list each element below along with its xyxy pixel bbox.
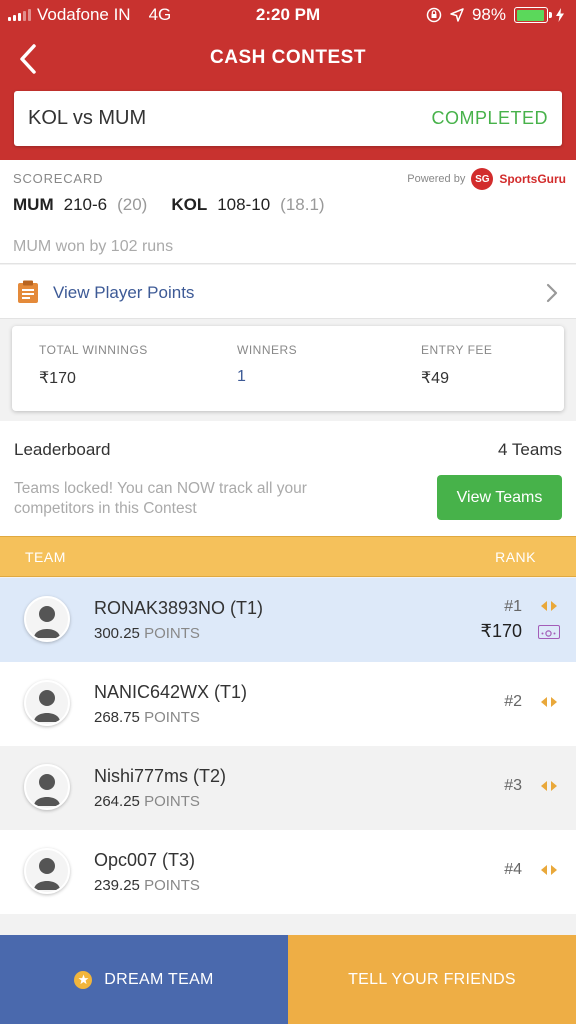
avatar-icon — [24, 596, 70, 642]
contest-summary-card: TOTAL WINNINGS ₹170 WINNERS 1 ENTRY FEE … — [12, 326, 564, 411]
page-title: CASH CONTEST — [210, 47, 366, 68]
sportsguru-brand: SportsGuru — [499, 172, 566, 186]
powered-by: Powered by SG SportsGuru — [407, 168, 566, 190]
team-column-header: TEAM — [25, 549, 66, 565]
points-label: POINTS — [144, 793, 200, 810]
entry-fee-label: ENTRY FEE — [421, 343, 493, 357]
team-name: NANIC642WX (T1) — [94, 682, 248, 702]
points-label: POINTS — [144, 877, 200, 894]
winners-label: WINNERS — [237, 343, 298, 357]
star-icon — [74, 970, 93, 989]
team-name: Nishi777ms (T2) — [94, 766, 227, 786]
leaderboard-row[interactable]: Nishi777ms (T2) 264.25 POINTS #3 — [0, 746, 576, 830]
points-value: 239.25 — [94, 877, 140, 894]
team-rank: #4 — [504, 861, 522, 878]
team1-overs: (20) — [117, 195, 148, 214]
dream-team-button[interactable]: DREAM TEAM — [0, 935, 288, 1024]
total-winnings-value: ₹170 — [39, 370, 76, 387]
winners-value[interactable]: 1 — [237, 368, 297, 386]
team2-overs: (18.1) — [280, 195, 325, 214]
team-name: RONAK3893NO (T1) — [94, 598, 264, 618]
team-rank: #3 — [504, 777, 522, 794]
winners: WINNERS 1 — [237, 343, 297, 386]
orientation-lock-icon — [426, 7, 442, 23]
team-points: 300.25 POINTS — [94, 625, 200, 642]
team2-score: 108-10 — [217, 195, 271, 214]
rank-change-arrows-icon — [541, 697, 557, 707]
match-card: KOL vs MUM COMPLETED — [14, 91, 562, 146]
team-prize: ₹170 — [480, 621, 522, 641]
team-points: 239.25 POINTS — [94, 877, 200, 894]
view-player-points-label: View Player Points — [53, 283, 195, 302]
avatar-icon — [24, 680, 70, 726]
team1-name: MUM — [13, 195, 54, 214]
scorecard: SCORECARD Powered by SG SportsGuru MUM 2… — [0, 160, 576, 264]
leaderboard-row[interactable]: Opc007 (T3) 239.25 POINTS #4 — [0, 830, 576, 914]
match-status: COMPLETED — [431, 108, 548, 128]
rank-column-header: RANK — [495, 549, 536, 565]
teams-locked-message: Teams locked! You can NOW track all your… — [14, 480, 307, 517]
avatar-icon — [24, 764, 70, 810]
status-right: 98% — [426, 5, 564, 25]
app-header: Vodafone IN 4G 2:20 PM 98% CASH CONTEST — [0, 0, 576, 160]
leaderboard-row[interactable]: RONAK3893NO (T1) 300.25 POINTS #1 ₹170 — [0, 578, 576, 662]
battery-percent: 98% — [471, 5, 506, 24]
powered-by-text: Powered by — [407, 173, 466, 185]
points-value: 264.25 — [94, 793, 140, 810]
total-winnings: TOTAL WINNINGS ₹170 — [39, 343, 148, 388]
tell-friends-button[interactable]: TELL YOUR FRIENDS — [288, 935, 576, 1024]
teams-count: 4 Teams — [498, 440, 562, 459]
chevron-right-icon — [546, 283, 558, 303]
leaderboard-title: Leaderboard — [14, 440, 111, 459]
points-value: 300.25 — [94, 625, 140, 642]
view-player-points-row[interactable]: View Player Points — [0, 265, 576, 319]
scorecard-label: SCORECARD — [13, 171, 104, 186]
rank-change-arrows-icon — [541, 865, 557, 875]
location-arrow-icon — [450, 8, 464, 22]
leaderboard-section: Leaderboard 4 Teams Teams locked! You ca… — [0, 421, 576, 537]
rank-change-arrows-icon — [541, 601, 557, 611]
match-result: MUM won by 102 runs — [13, 238, 174, 255]
team-rank: #2 — [504, 693, 522, 710]
rank-change-arrows-icon — [541, 781, 557, 791]
sportsguru-logo-icon: SG — [471, 168, 494, 190]
leaderboard-row[interactable]: NANIC642WX (T1) 268.75 POINTS #2 — [0, 662, 576, 746]
points-label: POINTS — [144, 625, 200, 642]
total-winnings-label: TOTAL WINNINGS — [39, 343, 148, 357]
dream-team-label: DREAM TEAM — [104, 970, 214, 988]
team1-score: 210-6 — [63, 195, 108, 214]
cash-icon — [538, 625, 560, 639]
status-bar: Vodafone IN 4G 2:20 PM 98% — [0, 0, 576, 32]
clipboard-icon — [18, 280, 38, 303]
battery-icon — [514, 7, 552, 23]
charging-bolt-icon — [556, 8, 564, 22]
team-points: 268.75 POINTS — [94, 709, 200, 726]
team2-name: KOL — [171, 195, 208, 214]
score-line: MUM 210-6 (20) KOL 108-10 (18.1) — [13, 195, 325, 215]
match-teams: KOL vs MUM — [28, 107, 147, 129]
team-rank: #1 — [504, 598, 522, 615]
view-teams-button[interactable]: View Teams — [437, 475, 562, 520]
points-label: POINTS — [144, 709, 200, 726]
entry-fee-value: ₹49 — [421, 370, 449, 387]
entry-fee: ENTRY FEE ₹49 — [421, 343, 492, 388]
avatar-icon — [24, 848, 70, 894]
team-name: Opc007 (T3) — [94, 850, 196, 870]
points-value: 268.75 — [94, 709, 140, 726]
leaderboard-header: TEAM RANK — [0, 536, 576, 577]
team-points: 264.25 POINTS — [94, 793, 200, 810]
